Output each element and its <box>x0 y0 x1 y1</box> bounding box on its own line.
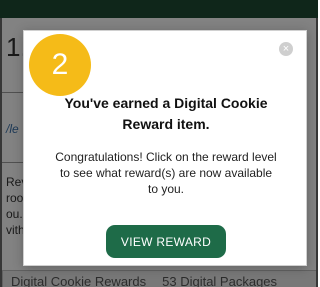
view-reward-button[interactable]: VIEW REWARD <box>106 225 226 258</box>
step-number-badge: 2 <box>29 34 91 96</box>
close-icon[interactable]: × <box>279 42 293 56</box>
modal-title: You've earned a Digital Cookie Reward it… <box>64 95 268 132</box>
modal-message: Congratulations! Click on the reward lev… <box>55 150 277 196</box>
